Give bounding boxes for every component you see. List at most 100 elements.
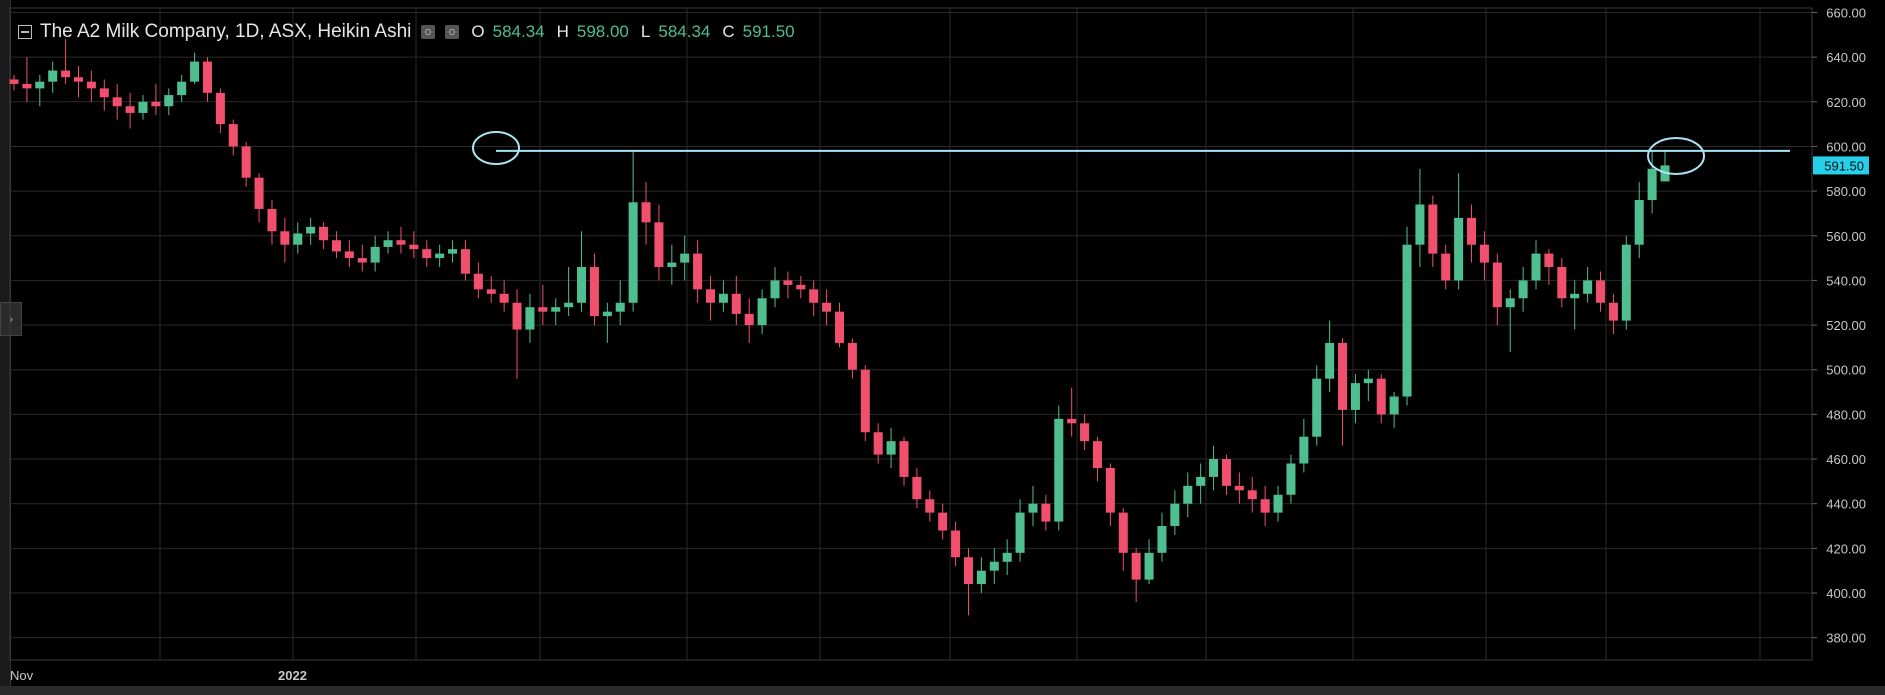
candle-body	[641, 202, 651, 223]
y-tick-label: 480.00	[1826, 407, 1866, 422]
candle-body	[783, 280, 793, 285]
candle-body	[1286, 463, 1296, 495]
bottom-range-bar[interactable]	[0, 686, 1885, 695]
symbol-title[interactable]: The A2 Milk Company, 1D, ASX, Heikin Ash…	[40, 21, 411, 43]
candle-body	[1196, 476, 1206, 486]
candle-body	[551, 307, 561, 312]
candle-body	[473, 273, 483, 290]
candle-body	[886, 441, 896, 455]
candle-body	[963, 557, 973, 585]
candle-body	[1015, 512, 1025, 553]
settings-gear-icon[interactable]	[445, 25, 460, 39]
candle-body	[1041, 503, 1051, 522]
candle-body	[1454, 217, 1464, 281]
candle-body	[1338, 342, 1348, 410]
y-tick-label: 520.00	[1826, 318, 1866, 333]
candle-body	[899, 441, 909, 477]
collapse-legend-icon[interactable]	[18, 25, 32, 39]
candle-body	[73, 77, 84, 82]
prior-high-circle[interactable]	[472, 131, 520, 165]
candle-body	[1170, 503, 1180, 527]
candle-body	[602, 311, 612, 317]
candle-body	[383, 240, 393, 247]
candle-body	[202, 61, 212, 93]
y-tick-label: 640.00	[1826, 50, 1866, 65]
candle-body	[1376, 378, 1386, 415]
candle-body	[99, 88, 109, 98]
open-key: O	[471, 22, 485, 41]
candle-body	[190, 61, 200, 82]
candle-body	[1273, 494, 1283, 513]
candle-body	[796, 284, 806, 290]
time-axis[interactable]: Nov 2022	[10, 668, 307, 683]
candle-body	[293, 233, 303, 245]
candle-body	[1144, 552, 1154, 580]
candles	[9, 39, 1670, 616]
candle-body	[61, 70, 71, 78]
candle-body	[1441, 253, 1451, 281]
plot-border	[9, 7, 1813, 661]
candle-body	[925, 499, 935, 513]
y-tick-label: 660.00	[1826, 5, 1866, 20]
x-tick-label: 2022	[278, 668, 307, 683]
candle-body	[847, 342, 857, 370]
candle-body	[254, 177, 264, 209]
candle-body	[1505, 298, 1515, 308]
candle-body	[1531, 253, 1541, 281]
candle-body	[1634, 200, 1644, 245]
visibility-toggle-icon[interactable]	[421, 25, 436, 39]
candle-body	[1118, 512, 1128, 553]
candle-body	[731, 293, 741, 314]
candle-body	[35, 81, 45, 89]
low-value: 584.34	[658, 22, 711, 41]
candle-body	[86, 81, 96, 89]
current-high-circle[interactable]	[1647, 137, 1705, 175]
y-tick-label: 600.00	[1826, 139, 1866, 154]
candle-body	[860, 369, 870, 433]
candle-body	[48, 70, 58, 82]
candle-body	[164, 95, 174, 107]
price-chart[interactable]: 660.00 640.00 620.00 600.00 580.00 560.00 540.…	[0, 0, 1885, 686]
candle-body	[1608, 302, 1618, 321]
candle-body	[1583, 280, 1593, 294]
candle-body	[448, 249, 458, 254]
y-tick-label: 440.00	[1826, 497, 1866, 512]
candle-body	[770, 280, 780, 299]
price-axis[interactable]: 660.00 640.00 620.00 600.00 580.00 560.00 540.…	[1812, 5, 1869, 646]
chart-legend: The A2 Milk Company, 1D, ASX, Heikin Ash…	[18, 20, 795, 44]
candle-body	[357, 258, 367, 263]
candle-body	[1054, 418, 1064, 522]
candle-body	[138, 101, 148, 113]
last-price-label: 591.50	[1824, 158, 1864, 173]
candle-body	[525, 307, 535, 330]
grid	[9, 7, 1813, 661]
y-tick-label: 460.00	[1826, 452, 1866, 467]
candle-body	[1492, 262, 1502, 308]
candle-body	[706, 289, 716, 303]
candle-body	[822, 302, 832, 312]
candle-body	[951, 530, 961, 558]
candle-body	[1402, 244, 1412, 397]
candle-body	[1428, 204, 1438, 254]
y-tick-label: 420.00	[1826, 541, 1866, 556]
candle-body	[1467, 217, 1477, 245]
chart-frame: › 660.00 640.00 620.00 600.00 580.00 560.00 54…	[0, 0, 1885, 695]
candle-body	[1131, 552, 1141, 580]
candle-body	[396, 240, 406, 245]
annotations	[472, 131, 1790, 175]
x-tick-label: Nov	[10, 668, 34, 683]
candle-body	[1518, 280, 1528, 299]
candle-body	[1363, 378, 1373, 384]
candle-body	[1621, 244, 1631, 321]
candle-body	[344, 251, 354, 259]
candle-body	[435, 253, 445, 259]
candle-body	[319, 226, 329, 241]
candle-body	[1312, 378, 1322, 437]
candle-body	[215, 92, 225, 125]
candle-body	[280, 231, 290, 245]
candle-body	[1557, 267, 1567, 299]
y-tick-label: 560.00	[1826, 229, 1866, 244]
candle-body	[1234, 485, 1244, 491]
candle-body	[499, 293, 509, 303]
candle-body	[1221, 459, 1231, 486]
